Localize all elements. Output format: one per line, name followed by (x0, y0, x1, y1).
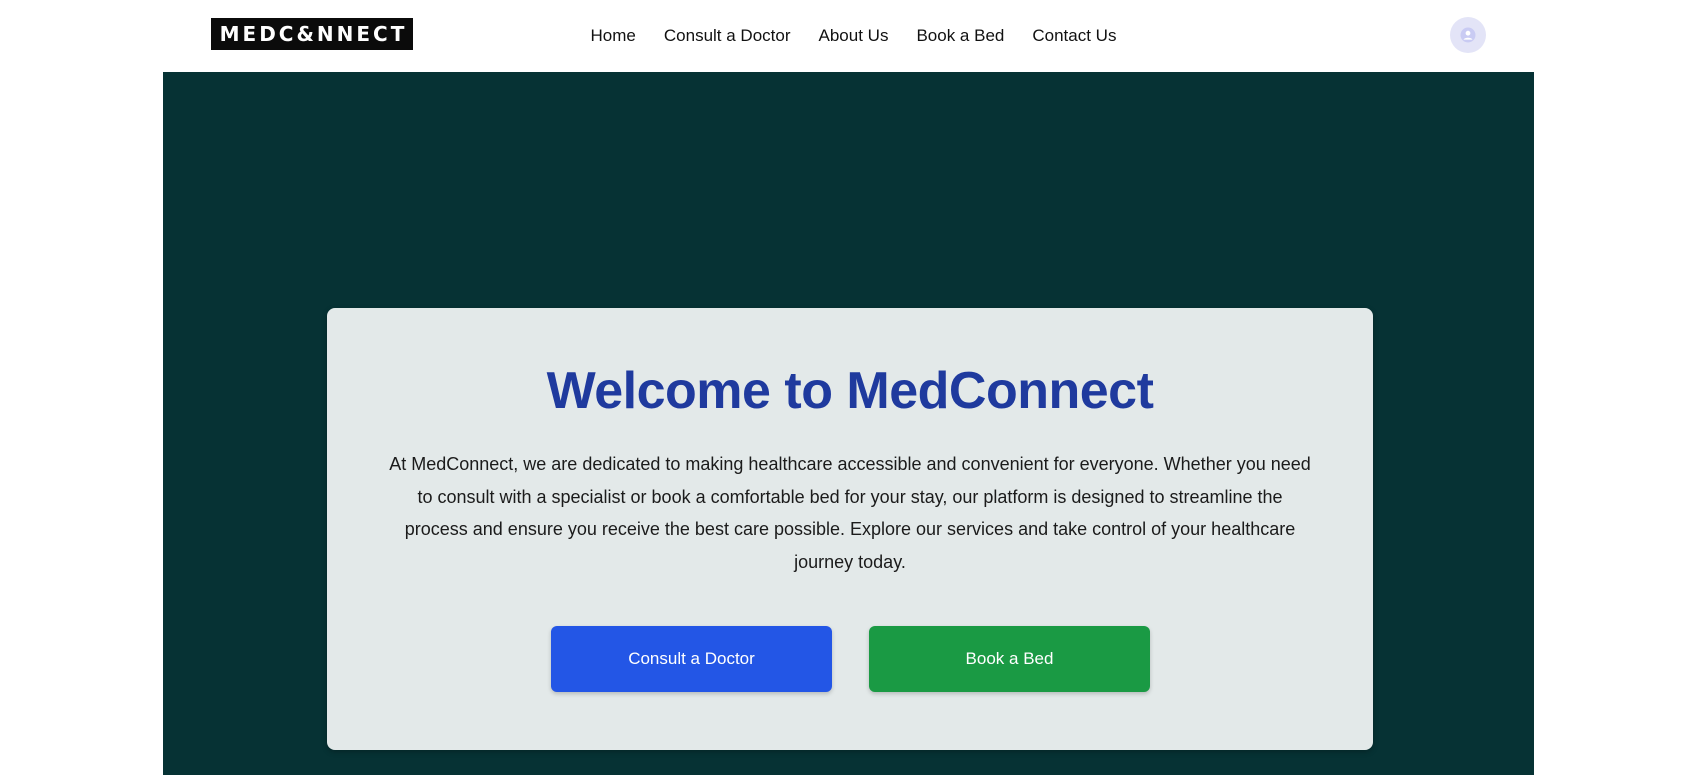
user-avatar-button[interactable] (1450, 17, 1486, 53)
nav-item-about-us[interactable]: About Us (819, 26, 889, 46)
book-bed-button[interactable]: Book a Bed (869, 626, 1150, 692)
main-nav: Home Consult a Doctor About Us Book a Be… (163, 0, 1534, 72)
nav-item-consult-a-doctor[interactable]: Consult a Doctor (664, 26, 791, 46)
nav-item-contact-us[interactable]: Contact Us (1032, 26, 1116, 46)
welcome-title: Welcome to MedConnect (546, 362, 1154, 420)
welcome-card: Welcome to MedConnect At MedConnect, we … (327, 308, 1373, 750)
consult-doctor-button[interactable]: Consult a Doctor (551, 626, 832, 692)
page: MEDC&NNECT Home Consult a Doctor About U… (163, 0, 1534, 775)
navbar: MEDC&NNECT Home Consult a Doctor About U… (163, 0, 1534, 72)
nav-item-book-a-bed[interactable]: Book a Bed (916, 26, 1004, 46)
user-avatar-icon (1460, 27, 1476, 43)
welcome-description: At MedConnect, we are dedicated to makin… (389, 454, 1311, 572)
nav-item-home[interactable]: Home (591, 26, 636, 46)
hero-section: Welcome to MedConnect At MedConnect, we … (163, 72, 1534, 775)
